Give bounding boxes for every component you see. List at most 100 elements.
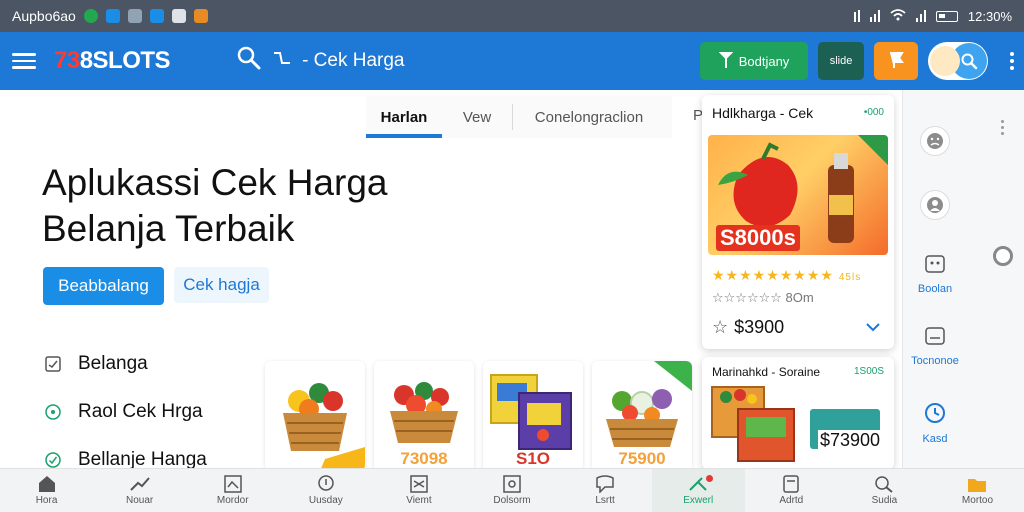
- nav-label: Lsrtt: [595, 495, 615, 506]
- promo-panel: Hdlkharga - Cek •000 S8000s ★★★★★★★★★ 45…: [700, 95, 896, 469]
- rail-item-label: Boolan: [917, 283, 953, 295]
- bodtjany-button[interactable]: Bodtjany: [700, 42, 808, 80]
- home-icon: [38, 476, 55, 492]
- search-label: - Cek Harga: [302, 50, 405, 71]
- nav-label: Mordor: [216, 495, 249, 506]
- settings-box-icon: [503, 475, 521, 493]
- nav-item-nouar[interactable]: Nouar: [93, 469, 186, 512]
- avatar: [930, 46, 960, 76]
- promo-card[interactable]: Hdlkharga - Cek •000 S8000s ★★★★★★★★★ 45…: [702, 95, 894, 349]
- nav-label: Mortoo: [961, 495, 994, 506]
- check-circle-icon: [44, 451, 62, 469]
- flag-button[interactable]: [874, 42, 918, 80]
- nav-item-hora[interactable]: Hora: [0, 469, 93, 512]
- rail-item-boolan[interactable]: Boolan: [903, 254, 967, 295]
- more-options-icon[interactable]: [1010, 52, 1014, 70]
- nav-item-mordor[interactable]: Mordor: [186, 469, 279, 512]
- feature-list: Belanga Raol Cek Hrga Bellanje Hanga: [44, 340, 254, 484]
- scan-icon: [410, 475, 428, 493]
- search-icon: [236, 45, 262, 77]
- promo-image: S8000s: [708, 135, 888, 255]
- list-item[interactable]: Raol Cek Hrga: [44, 388, 254, 436]
- chat-icon: [127, 9, 142, 23]
- app-logo[interactable]: 738SLOTS: [54, 47, 171, 75]
- vibrate-icon: [853, 10, 860, 22]
- app-icon: [105, 9, 120, 23]
- flag-icon: [887, 51, 905, 72]
- nav-item-sudia[interactable]: Sudia: [838, 469, 931, 512]
- promo-price: $73900: [818, 430, 883, 451]
- price-value: $3900: [734, 317, 785, 337]
- nav-label: Hora: [35, 495, 58, 506]
- filter-icon: [272, 49, 292, 73]
- product-card[interactable]: 73098: [374, 361, 474, 471]
- face-icon: [920, 126, 950, 156]
- cek-hagja-button[interactable]: Cek hagja: [174, 267, 269, 303]
- chart-box-icon: [223, 475, 242, 493]
- product-card[interactable]: S1O: [483, 361, 583, 471]
- nav-item-adrtd[interactable]: Adrtd: [745, 469, 838, 512]
- plant-icon: [718, 51, 734, 71]
- menu-icon[interactable]: [12, 53, 36, 69]
- carrier-label: Aupbo6ao: [12, 8, 76, 24]
- trend-icon: [129, 477, 150, 491]
- nav-label: Adrtd: [779, 495, 804, 506]
- browser-icon: [149, 9, 164, 23]
- nav-item-viemt[interactable]: Viemt: [372, 469, 465, 512]
- grocery-boxes-illustration: [711, 386, 880, 462]
- nav-item-exwerl[interactable]: Exwerl: [651, 469, 745, 512]
- nav-label: Sudia: [871, 495, 898, 506]
- star-outline-icon: ☆: [712, 317, 729, 337]
- slide-button[interactable]: slide: [818, 42, 864, 80]
- rail-item-user[interactable]: [903, 190, 967, 226]
- rail-more-icon[interactable]: [1001, 120, 1004, 135]
- tab-label: Harlan: [380, 108, 428, 126]
- clock-icon: [924, 402, 946, 427]
- nav-item-lsrtt[interactable]: Lsrtt: [559, 469, 652, 512]
- product-price: 73098: [400, 449, 448, 468]
- rail-item-kasd[interactable]: Kasd: [903, 402, 967, 445]
- tab-vew[interactable]: Vew: [442, 96, 512, 138]
- chat-bubble-icon: [596, 475, 614, 493]
- rail-item-sad[interactable]: [903, 126, 967, 162]
- app-bar: 738SLOTS - Cek Harga Bodtjany slide: [0, 32, 1024, 90]
- battery-icon: [935, 10, 958, 22]
- search-bar[interactable]: - Cek Harga: [236, 45, 404, 77]
- pin-icon: [318, 475, 334, 491]
- notification-dot: [705, 475, 713, 482]
- nav-item-dolsorm[interactable]: Dolsorm: [465, 469, 558, 512]
- nav-item-uusday[interactable]: Uusday: [279, 469, 372, 512]
- nav-item-mortoo[interactable]: Mortoo: [931, 469, 1024, 512]
- shop-icon: [193, 9, 208, 23]
- promo-price: ☆ $3900: [712, 317, 784, 338]
- signal-icon: [869, 10, 880, 22]
- clock-label: 12:30%: [967, 8, 1012, 24]
- status-bar: Aupbo6ao 12:30%: [0, 0, 1024, 32]
- profile-search-button[interactable]: [928, 42, 988, 80]
- product-price: S1O: [515, 449, 551, 468]
- tab-conelongraclion[interactable]: Conelongraclion: [513, 96, 665, 138]
- rating-text: 8Om: [785, 290, 814, 305]
- toggle-ring-icon[interactable]: [993, 246, 1013, 266]
- nav-label: Viemt: [406, 495, 432, 506]
- slide-label: slide: [829, 55, 853, 67]
- list-item-label: Belanga: [78, 353, 148, 374]
- product-card[interactable]: [265, 361, 365, 471]
- grid-icon: [924, 254, 946, 277]
- beabbalang-button[interactable]: Beabbalang: [43, 267, 164, 305]
- promo-card[interactable]: Marinahkd - Soraine 1S00S $73900: [702, 357, 894, 469]
- checkbox-icon: [44, 355, 62, 373]
- cell-icon: [915, 10, 926, 22]
- rail-item-label: Kasd: [922, 433, 948, 445]
- list-item-label: Raol Cek Hrga: [78, 401, 203, 422]
- promo-amount: S8000s: [716, 225, 800, 251]
- list-item[interactable]: Belanga: [44, 340, 254, 388]
- product-card[interactable]: 75900: [592, 361, 692, 471]
- rail-item-label: Tocnonoe: [911, 355, 959, 367]
- rating-note: 45ls: [838, 272, 862, 283]
- chevron-down-icon[interactable]: [866, 319, 880, 335]
- secondary-rating: ☆☆☆☆☆☆ 8Om: [712, 290, 814, 305]
- nav-label: Uusday: [308, 495, 343, 506]
- tab-harlan[interactable]: Harlan: [366, 96, 442, 138]
- rail-item-tocnonoe[interactable]: Tocnonoe: [903, 326, 967, 367]
